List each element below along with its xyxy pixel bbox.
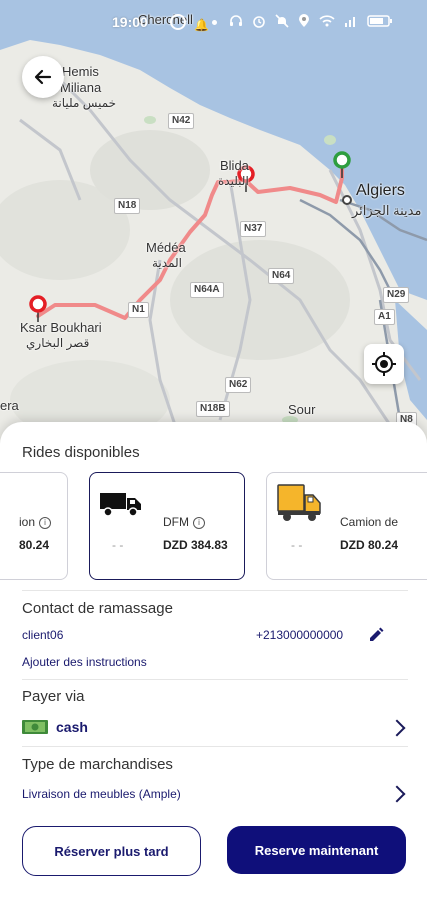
wifi-icon — [319, 15, 335, 27]
map-place-label: Algiers — [356, 182, 405, 199]
road-shield: N64 — [268, 268, 295, 284]
booking-sheet: Rides disponibles ion i 80.24 DFM i - - DZ… — [0, 422, 427, 900]
battery-icon — [367, 15, 393, 27]
location-icon — [298, 14, 310, 28]
ride-price: DZD 80.24 — [340, 538, 399, 552]
chevron-right-icon — [388, 719, 406, 737]
pickup-title: Contact de ramassage — [22, 600, 173, 617]
ride-eta: - - — [112, 538, 124, 552]
payment-title: Payer via — [22, 688, 85, 705]
map-place-label: البليدة — [218, 174, 249, 188]
my-location-button[interactable] — [364, 344, 404, 384]
map-place-label: Blida — [220, 158, 249, 173]
whatsapp-icon — [170, 14, 186, 30]
map-view[interactable]: Cherchell Hemis Miliana خميس مليانة Blid… — [0, 0, 427, 460]
divider — [22, 679, 408, 680]
road-shield: N29 — [383, 287, 410, 303]
chevron-right-icon — [388, 785, 406, 803]
ride-card[interactable]: Camion de - - DZD 80.24 — [266, 472, 427, 580]
info-icon[interactable]: i — [39, 516, 52, 529]
map-place-label: Médéa — [146, 240, 186, 255]
map-place-label: Hemis — [62, 64, 99, 79]
headset-icon — [229, 14, 243, 28]
rides-title: Rides disponibles — [22, 444, 140, 461]
road-shield: N18B — [196, 401, 230, 417]
road-shield: N62 — [225, 377, 252, 393]
status-time: 19:00 — [112, 14, 148, 30]
payment-method-row[interactable]: cash — [0, 710, 427, 744]
map-place-label: مدينة الجزائر — [352, 203, 422, 218]
goods-type-value: Livraison de meubles (Ample) — [22, 787, 181, 801]
book-now-button[interactable]: Reserve maintenant — [227, 826, 406, 874]
divider — [22, 590, 408, 591]
book-later-button[interactable]: Réserver plus tard — [22, 826, 201, 876]
ride-name: ion — [19, 515, 36, 529]
crosshair-icon — [372, 352, 396, 376]
back-button[interactable] — [22, 56, 64, 98]
mute-icon — [275, 14, 289, 28]
add-instructions-link[interactable]: Ajouter des instructions — [22, 655, 147, 669]
map-place-label: خميس مليانة — [52, 96, 117, 110]
goods-title: Type de marchandises — [22, 756, 173, 773]
cargo-truck-icon — [277, 484, 321, 521]
map-place-label: Miliana — [60, 80, 102, 95]
ride-eta: - - — [291, 538, 303, 552]
more-notifications-dot-icon — [212, 20, 217, 25]
road-shield: N18 — [114, 198, 141, 214]
divider — [22, 746, 408, 747]
status-bar: 19:00 🔔 — [0, 0, 427, 32]
road-shield: N1 — [128, 302, 149, 318]
map-place-label: Sour — [288, 402, 316, 417]
road-shield: N42 — [168, 113, 195, 129]
cash-icon — [22, 720, 48, 734]
alarm-icon — [252, 14, 266, 28]
signal-icon — [344, 15, 358, 27]
ride-price: DZD 384.83 — [163, 538, 228, 552]
arrow-left-icon — [34, 69, 52, 85]
payment-method: cash — [56, 719, 88, 735]
map-place-label: era — [0, 398, 19, 413]
info-icon[interactable]: i — [193, 516, 205, 529]
road-shield: N37 — [240, 221, 267, 237]
ride-card-selected[interactable]: DFM i - - DZD 384.83 — [89, 472, 245, 580]
pickup-client-name: client06 — [22, 628, 64, 642]
ride-card[interactable]: ion i 80.24 — [0, 472, 68, 580]
map-place-label: Ksar Boukhari — [20, 320, 102, 335]
edit-pencil-icon[interactable] — [368, 627, 384, 643]
goods-type-row[interactable]: Livraison de meubles (Ample) — [0, 780, 427, 810]
map-place-label: المدية — [152, 256, 182, 270]
truck-icon — [100, 493, 141, 517]
road-shield: A1 — [374, 309, 395, 325]
road-shield: N64A — [190, 282, 224, 298]
ride-name: DFM — [163, 515, 189, 529]
ride-name: Camion de — [340, 515, 399, 529]
pickup-phone: +213000000000 — [256, 628, 344, 642]
rides-carousel[interactable]: ion i 80.24 DFM i - - DZD 384.83 Camion … — [0, 472, 427, 582]
ride-price: 80.24 — [19, 538, 50, 552]
notification-bell-icon: 🔔 — [194, 18, 209, 32]
map-place-label: قصر البخاري — [26, 336, 90, 350]
